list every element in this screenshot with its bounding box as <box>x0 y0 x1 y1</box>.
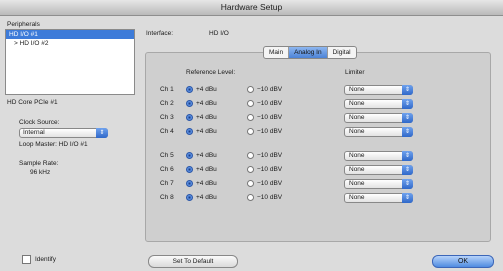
limiter-select[interactable]: None ⇕ <box>344 193 413 203</box>
channel-label: Ch 1 <box>160 86 174 93</box>
limiter-value: None <box>349 128 365 135</box>
channel-label: Ch 7 <box>160 180 174 187</box>
ok-button[interactable]: OK <box>432 255 494 268</box>
tab-main[interactable]: Main <box>264 47 290 58</box>
limiter-value: None <box>349 194 365 201</box>
ref-minus10-radio[interactable] <box>247 166 254 173</box>
ref-minus10-label: −10 dBV <box>257 128 283 135</box>
channel-row: Ch 7 +4 dBu −10 dBV None ⇕ <box>0 179 503 190</box>
limiter-value: None <box>349 100 365 107</box>
channel-row: Ch 5 +4 dBu −10 dBV None ⇕ <box>0 151 503 162</box>
ref-minus10-label: −10 dBV <box>257 180 283 187</box>
limiter-header: Limiter <box>345 69 365 76</box>
window-title: Hardware Setup <box>220 2 283 12</box>
chevron-updown-icon: ⇕ <box>402 165 413 175</box>
chevron-updown-icon: ⇕ <box>402 113 413 123</box>
ref-minus10-label: −10 dBV <box>257 166 283 173</box>
identify-label: Identify <box>35 256 56 264</box>
ref-minus10-label: −10 dBV <box>257 152 283 159</box>
interface-label: Interface: <box>146 30 174 37</box>
limiter-value: None <box>349 152 365 159</box>
ref-plus4-label: +4 dBu <box>196 100 217 107</box>
channel-label: Ch 8 <box>160 194 174 201</box>
limiter-value: None <box>349 86 365 93</box>
chevron-updown-icon: ⇕ <box>402 127 413 137</box>
channel-label: Ch 2 <box>160 100 174 107</box>
peripherals-label: Peripherals <box>7 21 40 28</box>
channel-label: Ch 6 <box>160 166 174 173</box>
chevron-updown-icon: ⇕ <box>402 179 413 189</box>
limiter-select[interactable]: None ⇕ <box>344 165 413 175</box>
ref-plus4-radio[interactable] <box>186 114 193 121</box>
channel-row: Ch 4 +4 dBu −10 dBV None ⇕ <box>0 127 503 138</box>
ref-plus4-label: +4 dBu <box>196 194 217 201</box>
limiter-select[interactable]: None ⇕ <box>344 99 413 109</box>
ref-plus4-label: +4 dBu <box>196 166 217 173</box>
chevron-updown-icon: ⇕ <box>402 85 413 95</box>
ref-plus4-radio[interactable] <box>186 152 193 159</box>
channel-label: Ch 5 <box>160 152 174 159</box>
tab-digital[interactable]: Digital <box>328 47 356 58</box>
limiter-select[interactable]: None ⇕ <box>344 179 413 189</box>
channel-label: Ch 3 <box>160 114 174 121</box>
channel-row: Ch 2 +4 dBu −10 dBV None ⇕ <box>0 99 503 110</box>
ref-plus4-radio[interactable] <box>186 86 193 93</box>
chevron-updown-icon: ⇕ <box>402 151 413 161</box>
limiter-select[interactable]: None ⇕ <box>344 127 413 137</box>
ref-minus10-radio[interactable] <box>247 114 254 121</box>
limiter-select[interactable]: None ⇕ <box>344 85 413 95</box>
channel-row: Ch 6 +4 dBu −10 dBV None ⇕ <box>0 165 503 176</box>
reference-level-header: Reference Level: <box>186 69 236 76</box>
ref-plus4-radio[interactable] <box>186 194 193 201</box>
limiter-value: None <box>349 114 365 121</box>
ref-minus10-label: −10 dBV <box>257 100 283 107</box>
ref-minus10-radio[interactable] <box>247 180 254 187</box>
limiter-value: None <box>349 166 365 173</box>
ref-plus4-label: +4 dBu <box>196 128 217 135</box>
channel-row: Ch 8 +4 dBu −10 dBV None ⇕ <box>0 193 503 204</box>
loop-master-label: Loop Master: HD I/O #1 <box>19 141 88 148</box>
ref-plus4-radio[interactable] <box>186 128 193 135</box>
ref-minus10-radio[interactable] <box>247 152 254 159</box>
ref-minus10-radio[interactable] <box>247 100 254 107</box>
ref-minus10-radio[interactable] <box>247 86 254 93</box>
ref-minus10-label: −10 dBV <box>257 194 283 201</box>
chevron-updown-icon: ⇕ <box>402 193 413 203</box>
limiter-value: None <box>349 180 365 187</box>
channel-label: Ch 4 <box>160 128 174 135</box>
chevron-updown-icon: ⇕ <box>402 99 413 109</box>
tab-analog-in[interactable]: Analog In <box>289 47 328 58</box>
ref-plus4-label: +4 dBu <box>196 86 217 93</box>
peripheral-item-hd-io-1[interactable]: HD I/O #1 <box>6 30 134 39</box>
title-bar: Hardware Setup <box>0 0 503 16</box>
analog-in-panel <box>145 52 491 242</box>
ref-plus4-radio[interactable] <box>186 100 193 107</box>
tab-bar: Main Analog In Digital <box>263 46 357 59</box>
limiter-select[interactable]: None ⇕ <box>344 113 413 123</box>
channel-row: Ch 1 +4 dBu −10 dBV None ⇕ <box>0 85 503 96</box>
peripheral-item-hd-io-2[interactable]: > HD I/O #2 <box>6 39 134 48</box>
ref-minus10-radio[interactable] <box>247 194 254 201</box>
ref-plus4-radio[interactable] <box>186 166 193 173</box>
identify-checkbox-group[interactable]: Identify <box>22 255 56 264</box>
ref-minus10-label: −10 dBV <box>257 86 283 93</box>
ref-plus4-radio[interactable] <box>186 180 193 187</box>
ref-plus4-label: +4 dBu <box>196 152 217 159</box>
ref-plus4-label: +4 dBu <box>196 180 217 187</box>
identify-checkbox[interactable] <box>22 255 31 264</box>
hardware-setup-window: Hardware Setup Peripherals HD I/O #1 > H… <box>0 0 503 271</box>
ref-minus10-radio[interactable] <box>247 128 254 135</box>
channel-row: Ch 3 +4 dBu −10 dBV None ⇕ <box>0 113 503 124</box>
ref-plus4-label: +4 dBu <box>196 114 217 121</box>
limiter-select[interactable]: None ⇕ <box>344 151 413 161</box>
set-to-default-button[interactable]: Set To Default <box>148 255 238 268</box>
interface-value: HD I/O <box>209 30 229 37</box>
ref-minus10-label: −10 dBV <box>257 114 283 121</box>
